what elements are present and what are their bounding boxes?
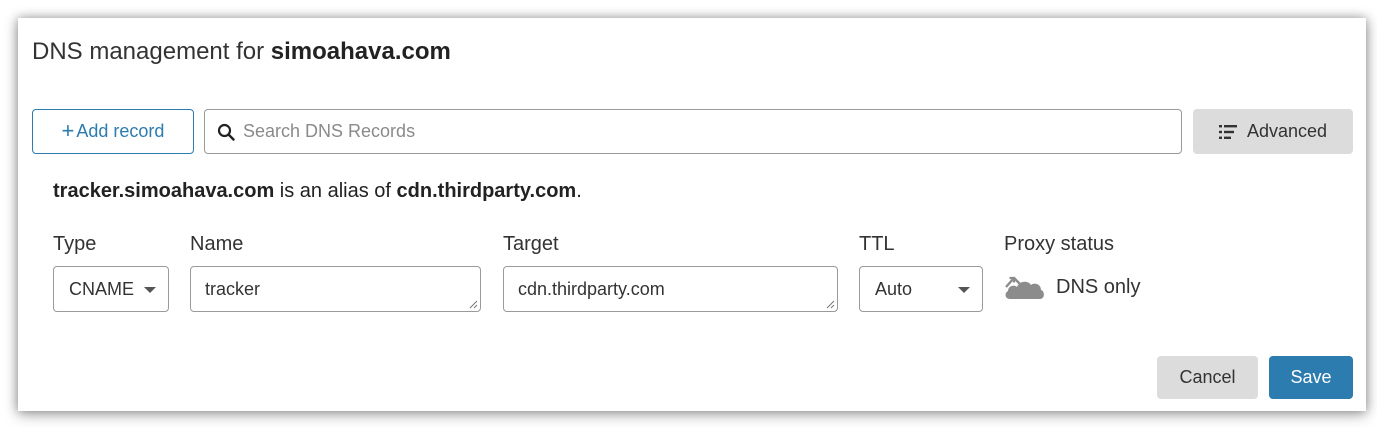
search-icon: [217, 123, 235, 141]
domain-name: simoahava.com: [270, 38, 451, 65]
alias-middle-text: is an alias of: [274, 180, 397, 202]
proxy-status-toggle[interactable]: DNS only: [1004, 273, 1140, 301]
list-icon: [1218, 124, 1237, 139]
save-button[interactable]: Save: [1269, 356, 1353, 399]
alias-source: tracker.simoahava.com: [53, 180, 275, 202]
search-input[interactable]: [243, 121, 1163, 142]
chevron-down-icon: [958, 287, 970, 293]
target-input[interactable]: [518, 278, 806, 300]
add-record-label: Add record: [76, 121, 165, 141]
proxy-status-value: DNS only: [1056, 275, 1141, 298]
type-label: Type: [53, 233, 97, 255]
alias-end-text: .: [576, 180, 582, 202]
type-select-value: CNAME: [69, 278, 135, 299]
ttl-select[interactable]: Auto: [859, 266, 983, 312]
cloud-dns-only-icon: [1005, 276, 1044, 299]
add-record-button[interactable]: + Add record: [32, 109, 194, 154]
chevron-down-icon: [144, 287, 156, 293]
plus-icon: +: [61, 117, 75, 143]
type-select[interactable]: CNAME: [53, 266, 169, 312]
search-box[interactable]: [204, 109, 1182, 154]
proxy-status-label: Proxy status: [1004, 233, 1115, 255]
ttl-select-value: Auto: [875, 278, 913, 299]
ttl-label: TTL: [859, 233, 895, 255]
dns-edit-card: DNS management for simoahava.com + Add r…: [18, 18, 1366, 411]
resize-grip-icon[interactable]: [825, 299, 835, 309]
alias-target: cdn.thirdparty.com: [396, 180, 577, 202]
name-field[interactable]: [190, 266, 481, 312]
page-title: DNS management for simoahava.com: [32, 38, 451, 66]
alias-notice: tracker.simoahava.com is an alias of cdn…: [53, 180, 582, 203]
page-title-prefix: DNS management for: [32, 38, 271, 65]
advanced-button[interactable]: Advanced: [1193, 109, 1353, 154]
name-label: Name: [190, 233, 244, 255]
advanced-label: Advanced: [1246, 121, 1328, 141]
name-input[interactable]: [205, 278, 453, 300]
cancel-button[interactable]: Cancel: [1157, 356, 1258, 399]
target-label: Target: [503, 233, 559, 255]
target-field[interactable]: [503, 266, 838, 312]
resize-grip-icon[interactable]: [468, 299, 478, 309]
